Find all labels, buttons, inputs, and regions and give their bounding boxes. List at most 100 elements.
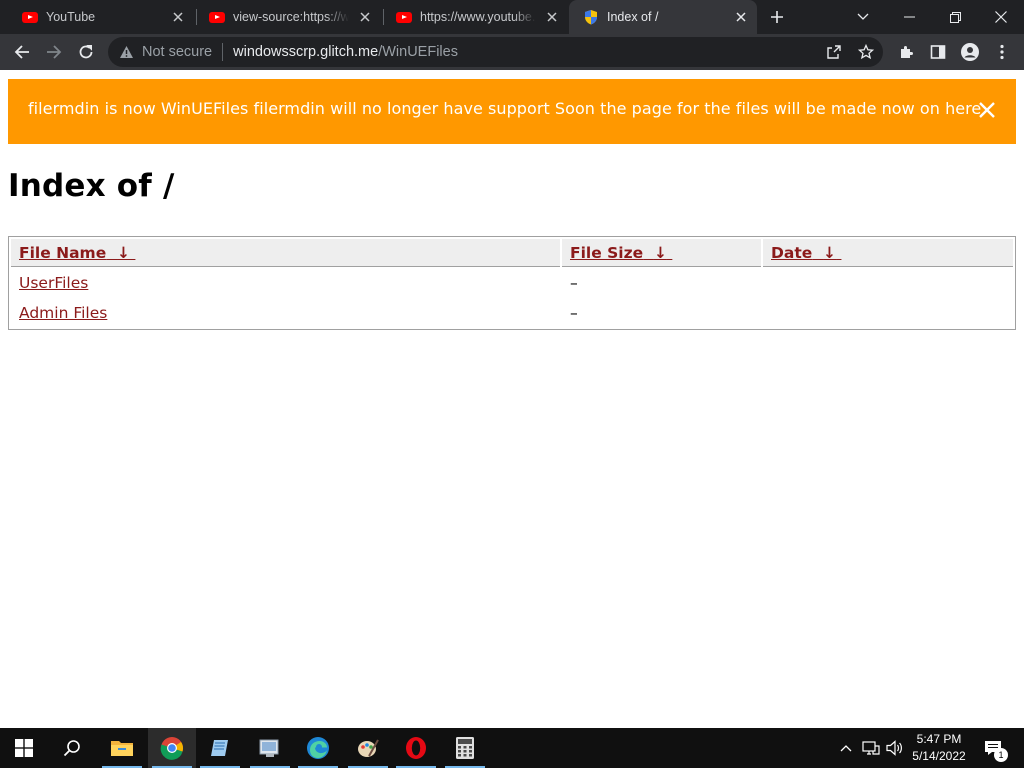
minimize-icon (903, 16, 915, 18)
chrome-button[interactable] (148, 728, 196, 768)
start-icon (15, 739, 33, 757)
table-row: Admin Files – (11, 299, 1013, 327)
file-date-cell (763, 299, 1013, 327)
calculator-button[interactable] (441, 728, 489, 768)
url-host[interactable]: windowsscrp.glitch.me (233, 44, 378, 60)
tab-youtube[interactable]: YouTube (8, 0, 194, 34)
edge-icon (307, 737, 329, 759)
reload-button[interactable] (72, 38, 100, 66)
tab-title: view-source:https://www.youtube.com (233, 10, 349, 24)
folder-link-userfiles[interactable]: UserFiles (19, 274, 88, 292)
minimize-button[interactable] (886, 0, 932, 34)
bookmark-button[interactable] (852, 38, 880, 66)
paint-button[interactable] (344, 728, 392, 768)
edge-button[interactable] (294, 728, 342, 768)
banner-message: filermdin is now WinUEFiles filermdin wi… (28, 99, 982, 118)
forward-arrow-icon (47, 45, 62, 59)
tab-close-icon[interactable] (355, 7, 375, 27)
share-icon (827, 45, 841, 59)
notepad-button[interactable] (196, 728, 244, 768)
search-icon (63, 740, 80, 757)
tab-view-source[interactable]: view-source:https://www.youtube.com (195, 0, 381, 34)
browser-toolbar: Not secure windowsscrp.glitch.me/WinUEFi… (0, 34, 1024, 70)
sort-arrow-icon: ↓ (653, 243, 667, 262)
extensions-button[interactable] (892, 38, 920, 66)
restore-icon (949, 11, 961, 23)
clock-date: 5/14/2022 (912, 749, 966, 763)
page-content: filermdin is now WinUEFiles filermdin wi… (0, 70, 1024, 728)
column-label: Date (771, 243, 813, 262)
taskbar: 5:47 PM 5/14/2022 1 (0, 728, 1024, 768)
shield-icon (583, 9, 599, 25)
system-clock[interactable]: 5:47 PM 5/14/2022 (900, 731, 978, 765)
tab-close-icon[interactable] (168, 7, 188, 27)
plus-icon (771, 11, 783, 23)
sort-by-date-link[interactable]: Date ↓ (771, 244, 841, 262)
column-label: File Name (19, 243, 107, 262)
file-listing-table: File Name ↓ File Size ↓ Date ↓ UserFiles… (8, 236, 1016, 330)
notification-count-badge: 1 (994, 748, 1008, 762)
column-header-size: File Size ↓ (562, 239, 761, 267)
sort-by-name-link[interactable]: File Name ↓ (19, 244, 135, 262)
folder-link-admin-files[interactable]: Admin Files (19, 304, 107, 322)
clock-time: 5:47 PM (916, 732, 962, 746)
banner-close-button[interactable] (976, 99, 998, 121)
security-label[interactable]: Not secure (142, 44, 212, 60)
sort-by-size-link[interactable]: File Size ↓ (570, 244, 672, 262)
file-name-cell: UserFiles (11, 269, 560, 297)
warning-icon[interactable] (118, 44, 134, 60)
column-label: File Size (570, 243, 644, 262)
sort-arrow-icon: ↓ (823, 243, 837, 262)
start-button[interactable] (0, 728, 48, 768)
chevron-up-icon (840, 745, 852, 752)
reload-icon (79, 45, 93, 59)
youtube-icon (396, 9, 412, 25)
column-header-name: File Name ↓ (11, 239, 560, 267)
tab-title: Index of / (607, 10, 659, 24)
file-date-cell (763, 269, 1013, 297)
youtube-icon (22, 9, 38, 25)
taskbar-app-button[interactable] (246, 728, 294, 768)
tab-title: https://www.youtube.com (420, 10, 536, 24)
announcement-banner: filermdin is now WinUEFiles filermdin wi… (8, 79, 1016, 144)
page-title: Index of / (8, 168, 175, 204)
close-icon (995, 11, 1007, 23)
network-button[interactable] (860, 728, 882, 768)
side-panel-icon (930, 45, 946, 59)
back-button[interactable] (8, 38, 36, 66)
close-icon (979, 102, 995, 118)
close-window-button[interactable] (978, 0, 1024, 34)
share-button[interactable] (820, 38, 848, 66)
tab-close-icon[interactable] (731, 7, 751, 27)
sort-arrow-icon: ↓ (117, 243, 131, 262)
chevron-down-icon (857, 13, 869, 20)
tab-strip: YouTube view-source:https://www.youtube.… (0, 0, 1024, 34)
restore-button[interactable] (932, 0, 978, 34)
show-hidden-icons-button[interactable] (836, 728, 856, 768)
puzzle-icon (901, 46, 913, 58)
menu-button[interactable] (988, 38, 1016, 66)
column-header-date: Date ↓ (763, 239, 1013, 267)
file-explorer-button[interactable] (98, 728, 146, 768)
side-panel-button[interactable] (924, 38, 952, 66)
chrome-icon (160, 737, 183, 760)
profile-button[interactable] (956, 38, 984, 66)
search-button[interactable] (48, 728, 96, 768)
tab-search-button[interactable] (840, 0, 886, 34)
tab-youtube-url[interactable]: https://www.youtube.com (382, 0, 568, 34)
forward-button[interactable] (40, 38, 68, 66)
youtube-icon (209, 9, 225, 25)
kebab-menu-icon (1000, 44, 1004, 60)
url-path[interactable]: /WinUEFiles (378, 44, 458, 60)
tab-index-of[interactable]: Index of / (569, 0, 757, 34)
file-size-cell: – (570, 274, 578, 292)
new-tab-button[interactable] (764, 5, 790, 29)
opera-icon (406, 737, 426, 759)
address-bar[interactable]: Not secure windowsscrp.glitch.me/WinUEFi… (108, 37, 883, 67)
notepad-icon (211, 740, 228, 756)
opera-button[interactable] (392, 728, 440, 768)
tab-close-icon[interactable] (542, 7, 562, 27)
tab-title: YouTube (46, 10, 96, 24)
file-explorer-icon (111, 741, 133, 756)
profile-icon (961, 43, 979, 61)
